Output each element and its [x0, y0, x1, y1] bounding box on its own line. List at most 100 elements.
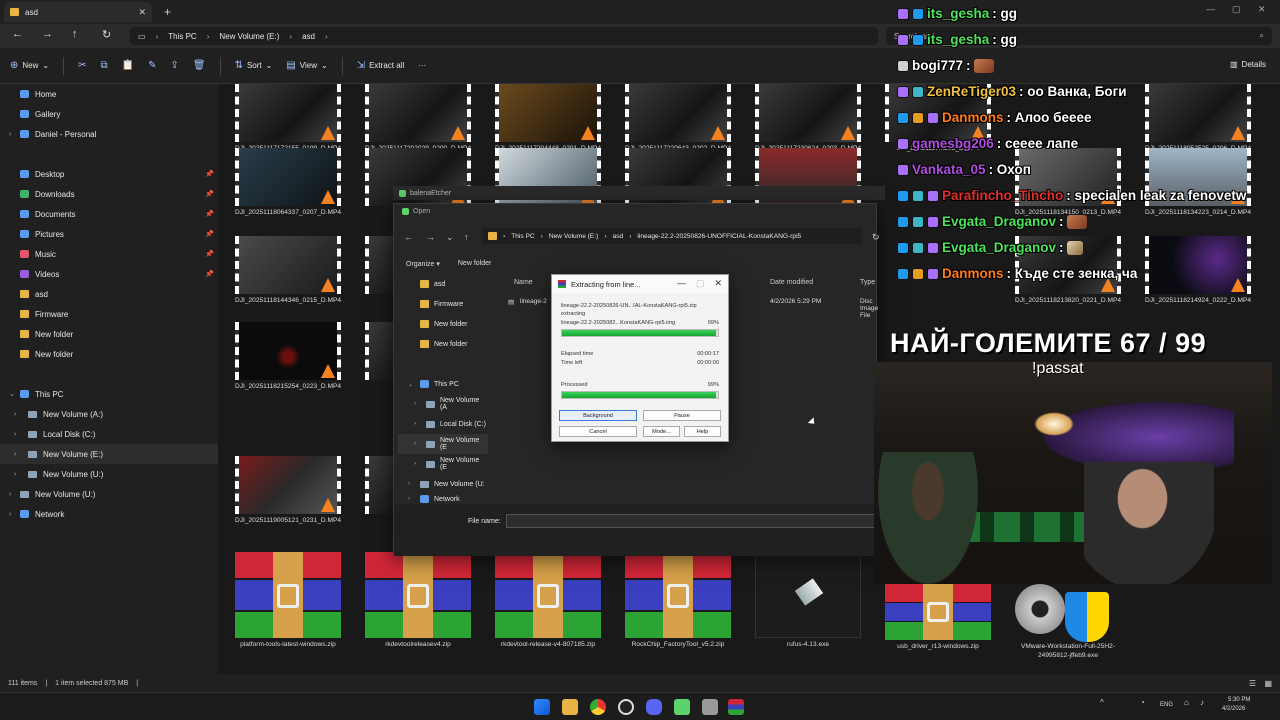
sidebar-item-home[interactable]: Home	[0, 84, 218, 104]
dialog-nav-new-folder-2[interactable]: New folder	[398, 334, 488, 354]
sidebar-item-documents[interactable]: Documents 📌	[0, 204, 218, 224]
file-item[interactable]: DJI_20251119005121_0231_D.MP4	[228, 456, 348, 525]
chrome-icon[interactable]	[590, 699, 606, 715]
sidebar-item-videos[interactable]: Videos 📌	[0, 264, 218, 284]
delete-icon[interactable]: 🗑	[193, 60, 206, 71]
organize-button[interactable]: Organize ▾	[406, 260, 440, 268]
grid-view-icon[interactable]: ▦	[1264, 679, 1272, 688]
sidebar-item-volume-e[interactable]: › New Volume (E:)	[0, 444, 218, 464]
dialog-nav-volume-e[interactable]: › New Volume (E	[398, 434, 488, 454]
clock-date[interactable]: 4/2/2026	[1222, 706, 1245, 712]
volume-icon[interactable]: ♪	[1200, 698, 1204, 707]
dialog-nav-firmware[interactable]: Firmware	[398, 294, 488, 314]
file-item[interactable]: DJI_20251117202029_0200_D.MP4	[358, 84, 478, 153]
dialog-nav-volume-a[interactable]: › New Volume (A	[398, 394, 488, 414]
sidebar-item-downloads[interactable]: Downloads 📌	[0, 184, 218, 204]
rufus-icon[interactable]	[702, 699, 718, 715]
sort-button[interactable]: ⇅ Sort ⌄	[235, 60, 273, 71]
close-tab-icon[interactable]: ✕	[138, 7, 146, 18]
sidebar-item-volume-u[interactable]: › New Volume (U:)	[0, 464, 218, 484]
tab-asd[interactable]: asd ✕	[4, 2, 152, 22]
dialog-nav-network[interactable]: › Network	[398, 494, 488, 504]
sidebar-item-network[interactable]: › Network	[0, 504, 218, 524]
recent-icon[interactable]: ⌄	[446, 232, 454, 243]
new-button[interactable]: ⊕ New ⌄	[10, 60, 49, 71]
winrar-icon[interactable]	[728, 699, 744, 715]
sidebar-item-desktop[interactable]: Desktop 📌	[0, 164, 218, 184]
paste-icon[interactable]: 📋	[122, 60, 134, 71]
column-name[interactable]: Name	[514, 279, 533, 286]
back-icon[interactable]: ←	[12, 28, 23, 40]
dialog-address-bar[interactable]: › This PC › New Volume (E:) › asd › lineage…	[482, 228, 862, 244]
help-button[interactable]: Help	[684, 426, 721, 437]
pause-button[interactable]: Pause	[643, 410, 721, 421]
sidebar-item-music[interactable]: Music 📌	[0, 244, 218, 264]
file-item[interactable]: rkdevtool-release-v4-807185.zip	[488, 552, 608, 649]
sidebar-item-pictures[interactable]: Pictures 📌	[0, 224, 218, 244]
sidebar-item-firmware[interactable]: Firmware	[0, 304, 218, 324]
refresh-icon[interactable]: ↻	[872, 232, 880, 243]
file-item-selected[interactable]: rufus-4.13.exe	[748, 552, 868, 649]
copy-icon[interactable]: ⧉	[101, 60, 108, 71]
sidebar-item-asd[interactable]: asd	[0, 284, 218, 304]
network-tray-icon[interactable]: ⌂	[1184, 698, 1189, 707]
file-item[interactable]: usb_driver_r13-windows.zip	[878, 584, 998, 651]
file-item[interactable]: DJI_20251118215254_0223_D.MP4	[228, 322, 348, 391]
sidebar-item-onedrive[interactable]: › Daniel - Personal	[0, 124, 218, 144]
obs-icon[interactable]	[618, 699, 634, 715]
file-item[interactable]: DJI_20251117230624_0203_D.MP4	[748, 84, 868, 153]
file-item[interactable]: DJI_20251117172155_0199_D.MP4	[228, 84, 348, 153]
dialog-nav-this-pc[interactable]: ⌄ This PC	[398, 374, 488, 394]
cut-icon[interactable]: ✂	[78, 60, 86, 71]
extract-all-button[interactable]: ⇲ Extract all	[357, 60, 405, 71]
refresh-icon[interactable]: ↻	[102, 28, 111, 41]
sidebar-item-volume-a[interactable]: › New Volume (A:)	[0, 404, 218, 424]
mode-button[interactable]: Mode...	[643, 426, 680, 437]
clock-time[interactable]: 5:30 PM	[1228, 697, 1250, 703]
up-icon[interactable]: ↑	[464, 232, 469, 242]
forward-icon[interactable]: →	[42, 28, 53, 40]
dialog-nav-local-c[interactable]: › Local Disk (C:)	[398, 414, 488, 434]
address-bar[interactable]: ▭ › This PC › New Volume (E:) › asd ›	[130, 27, 878, 45]
file-item[interactable]: VMware-Workstation-Full-25H2-24995812-jf…	[1008, 584, 1128, 660]
dialog-nav-new-folder[interactable]: New folder	[398, 314, 488, 334]
balenaetcher-window-bar[interactable]: balenaEtcher	[393, 186, 885, 200]
sidebar-item-volume-u-2[interactable]: › New Volume (U:)	[0, 484, 218, 504]
more-options-button[interactable]: ···	[418, 61, 426, 70]
new-folder-button[interactable]: New folder	[458, 260, 491, 268]
column-type[interactable]: Type	[860, 279, 875, 286]
forward-icon[interactable]: →	[426, 232, 435, 242]
share-icon[interactable]: ⇪	[170, 60, 178, 71]
sidebar-item-this-pc[interactable]: ⌄ This PC	[0, 384, 218, 404]
minimize-icon[interactable]: —	[677, 278, 686, 289]
sidebar-item-new-folder[interactable]: New folder	[0, 324, 218, 344]
file-item[interactable]: DJI_20251118144346_0215_D.MP4	[228, 236, 348, 305]
breadcrumb-asd[interactable]: asd	[302, 32, 315, 41]
sidebar-item-gallery[interactable]: Gallery	[0, 104, 218, 124]
file-item[interactable]: DJI_20251117204448_0201_D.MP4	[488, 84, 608, 153]
breadcrumb-this-pc[interactable]: This PC	[168, 32, 196, 41]
file-item[interactable]: platform-tools-latest-windows.zip	[228, 552, 348, 649]
file-explorer-icon[interactable]	[562, 699, 578, 715]
file-item[interactable]: DJI_20251118064337_0207_D.MP4	[228, 148, 348, 217]
back-icon[interactable]: ←	[404, 232, 413, 242]
file-item[interactable]: rkdevtoolreleasev4.zip	[358, 552, 478, 649]
background-button[interactable]: Background	[559, 410, 637, 421]
filename-input[interactable]	[506, 514, 876, 528]
language-indicator[interactable]: ENG	[1160, 702, 1173, 708]
start-icon[interactable]	[534, 699, 550, 715]
discord-icon[interactable]	[646, 699, 662, 715]
file-item[interactable]: RockChip_FactoryTool_v5.2.zip	[618, 552, 738, 649]
dialog-nav-volume-u[interactable]: › New Volume (U:	[398, 474, 488, 494]
file-row-name[interactable]: lineage-2	[520, 298, 547, 305]
new-tab-button[interactable]: +	[164, 5, 171, 19]
view-button[interactable]: ▤ View ⌄	[286, 60, 327, 71]
cancel-button[interactable]: Cancel	[559, 426, 637, 437]
list-view-icon[interactable]: ☰	[1249, 679, 1256, 688]
dialog-nav-asd[interactable]: asd	[398, 274, 488, 294]
sidebar-item-new-folder-2[interactable]: New folder	[0, 344, 218, 364]
file-item[interactable]: DJI_20251117220643_0202_D.MP4	[618, 84, 738, 153]
rename-icon[interactable]: ✎	[148, 60, 156, 71]
up-icon[interactable]: ↑	[72, 28, 78, 40]
breadcrumb-volume[interactable]: New Volume (E:)	[219, 32, 279, 41]
